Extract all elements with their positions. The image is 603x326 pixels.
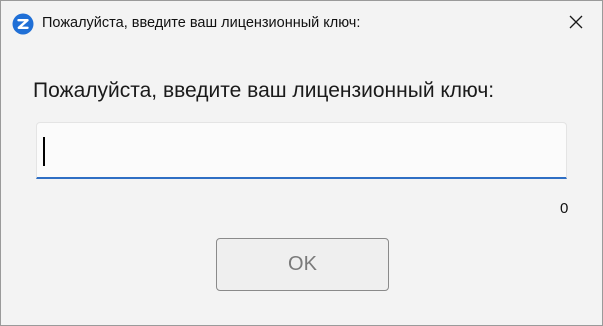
license-key-input[interactable] — [36, 122, 567, 179]
app-logo-icon — [12, 13, 34, 35]
title-bar: Пожалуйста, введите ваш лицензионный клю… — [1, 1, 602, 45]
character-counter: 0 — [560, 200, 569, 217]
text-caret — [43, 137, 45, 166]
dialog-window: Пожалуйста, введите ваш лицензионный клю… — [0, 0, 603, 326]
close-button[interactable] — [554, 7, 598, 41]
window-title: Пожалуйста, введите ваш лицензионный клю… — [42, 15, 361, 31]
prompt-label: Пожалуйста, введите ваш лицензионный клю… — [33, 79, 495, 102]
close-icon — [569, 15, 583, 34]
ok-button[interactable]: OK — [216, 238, 389, 291]
